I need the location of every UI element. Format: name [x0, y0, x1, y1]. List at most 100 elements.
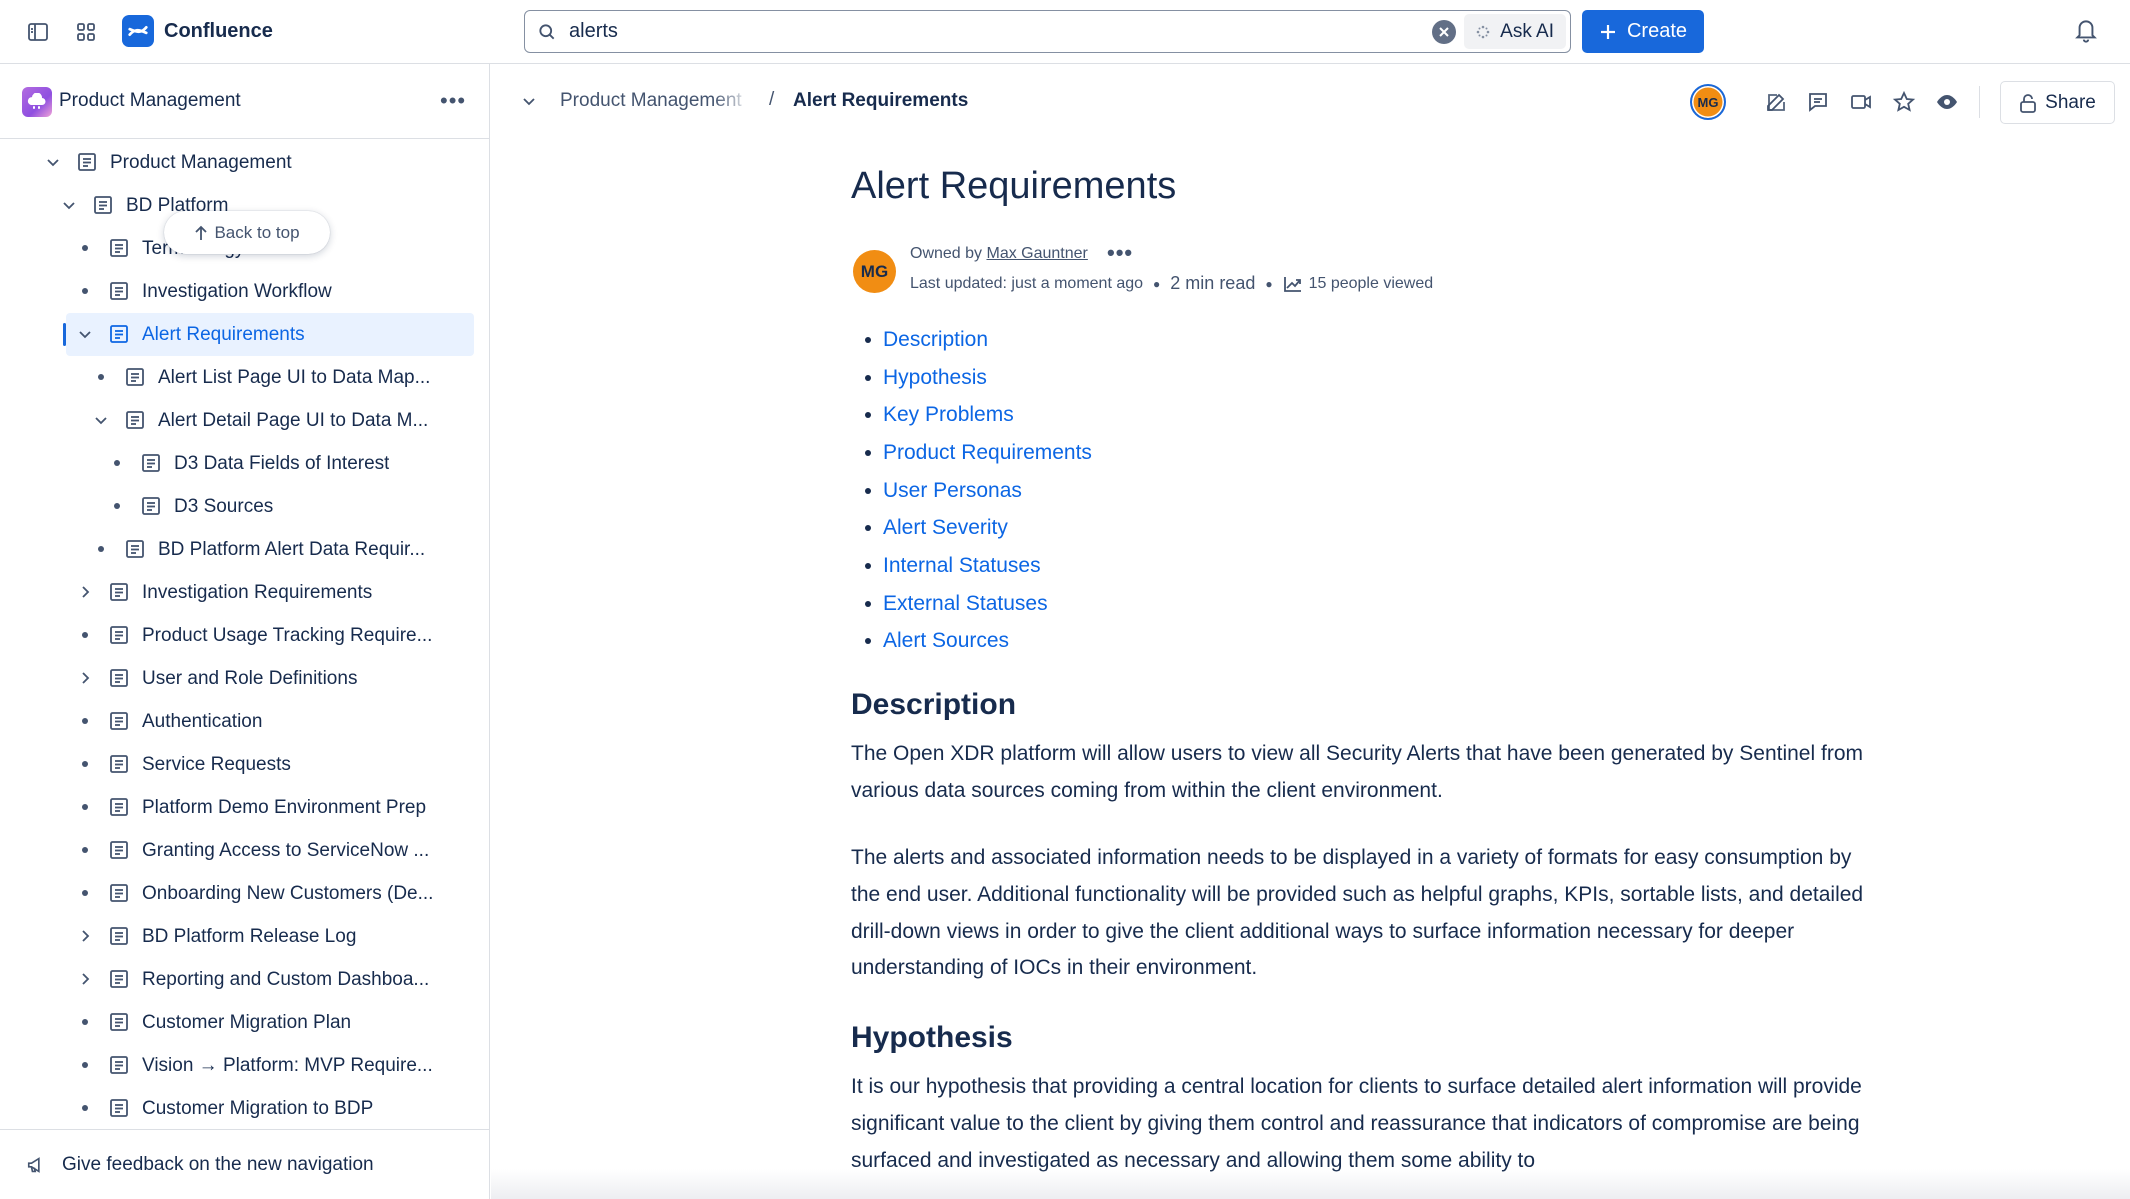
sidebar-tree-item[interactable]: Alert Detail Page UI to Data M... [0, 399, 489, 442]
toc-link[interactable]: Hypothesis [883, 366, 987, 390]
sidebar-tree-item[interactable]: Granting Access to ServiceNow ... [0, 829, 489, 872]
sidebar-tree-item[interactable]: Product Usage Tracking Require... [0, 614, 489, 657]
confluence-logo[interactable]: Confluence [122, 15, 273, 47]
sidebar-tree-item[interactable]: Investigation Requirements [0, 571, 489, 614]
eye-icon[interactable] [1934, 89, 1960, 115]
toc-link[interactable]: Internal Statuses [883, 554, 1041, 578]
video-icon[interactable] [1848, 89, 1874, 115]
star-icon[interactable] [1891, 89, 1917, 115]
sidebar-tree-item-label: Customer Migration to BDP [142, 1098, 374, 1119]
chevron-down-icon[interactable] [92, 411, 110, 429]
clear-icon[interactable] [1432, 19, 1457, 44]
toc-item: Hypothesis [865, 359, 1092, 397]
breadcrumb-parent[interactable]: Product Management [560, 90, 752, 112]
bullet-icon [108, 454, 126, 472]
ask-ai-label: Ask AI [1500, 20, 1554, 42]
toc-link[interactable]: User Personas [883, 479, 1022, 503]
sidebar-tree-item-label: User and Role Definitions [142, 668, 358, 689]
chevron-right-icon[interactable] [76, 927, 94, 945]
owner-menu-button[interactable]: ••• [1107, 240, 1133, 266]
share-button[interactable]: Share [2000, 81, 2115, 124]
description-paragraph-1: The Open XDR platform will allow users t… [851, 742, 1863, 802]
toc-link[interactable]: Alert Sources [883, 629, 1009, 653]
page-icon [108, 882, 130, 904]
sidebar-tree-item[interactable]: BD Platform Release Log [0, 915, 489, 958]
sidebar-tree-item[interactable]: D3 Sources [0, 485, 489, 528]
megaphone-icon [26, 1154, 48, 1176]
page-icon [92, 194, 114, 216]
chevron-right-icon[interactable] [76, 669, 94, 687]
sidebar-tree-item[interactable]: Alert List Page UI to Data Map... [0, 356, 489, 399]
bullet-icon [76, 712, 94, 730]
page-icon [124, 538, 146, 560]
view-count[interactable]: 15 people viewed [1309, 275, 1434, 293]
toc-link[interactable]: External Statuses [883, 592, 1048, 616]
feedback-link[interactable]: Give feedback on the new navigation [0, 1129, 489, 1199]
sidebar-tree-item[interactable]: Vision → Platform: MVP Require... [0, 1044, 489, 1087]
bullet-icon [76, 841, 94, 859]
toc-item: Alert Sources [865, 623, 1092, 661]
edit-icon[interactable] [1763, 89, 1789, 115]
sidebar-tree-item-label: Vision → Platform: MVP Require... [142, 1055, 433, 1076]
search-input[interactable]: alerts [569, 20, 1432, 43]
toc-item: External Statuses [865, 585, 1092, 623]
ai-sparkle-icon [1476, 25, 1490, 39]
sidebar-tree-item[interactable]: BD Platform Alert Data Requir... [0, 528, 489, 571]
sidebar-tree-item[interactable]: Authentication [0, 700, 489, 743]
page-icon [124, 409, 146, 431]
search-field[interactable]: alerts Ask AI [524, 10, 1571, 53]
sidebar-tree-item[interactable]: Product Management [0, 141, 489, 184]
toc-link[interactable]: Alert Severity [883, 516, 1008, 540]
breadcrumb-current[interactable]: Alert Requirements [793, 90, 968, 112]
sidebar-toggle-icon[interactable] [22, 16, 54, 48]
toc-link[interactable]: Key Problems [883, 403, 1014, 427]
sidebar-tree-item-label: Investigation Requirements [142, 582, 373, 603]
app-switcher-icon[interactable] [70, 16, 102, 48]
chevron-down-icon[interactable] [520, 92, 538, 110]
space-avatar[interactable] [22, 87, 52, 117]
back-to-top-label: Back to top [214, 222, 300, 242]
sidebar-tree-item[interactable]: User and Role Definitions [0, 657, 489, 700]
space-name[interactable]: Product Management [59, 90, 241, 112]
chevron-down-icon[interactable] [44, 153, 62, 171]
create-button[interactable]: Create [1582, 10, 1704, 53]
more-options-button[interactable]: ••• [440, 88, 466, 114]
owner-link[interactable]: Max Gauntner [986, 245, 1087, 262]
sidebar-tree-item[interactable]: D3 Data Fields of Interest [0, 442, 489, 485]
chevron-right-icon[interactable] [76, 970, 94, 988]
page-metadata: Last updated: just a moment ago ● 2 min … [910, 273, 1433, 294]
sidebar-tree-item[interactable]: Reporting and Custom Dashboa... [0, 958, 489, 1001]
comment-icon[interactable] [1805, 89, 1831, 115]
chevron-down-icon[interactable] [76, 325, 94, 343]
sidebar-tree-item-label: Product Management [110, 152, 292, 173]
sidebar-tree-item-label: Granting Access to ServiceNow ... [142, 840, 430, 861]
bullet-icon [92, 540, 110, 558]
bullet-icon [76, 1099, 94, 1117]
sidebar-tree-item[interactable]: Platform Demo Environment Prep [0, 786, 489, 829]
chevron-right-icon[interactable] [76, 583, 94, 601]
chevron-down-icon[interactable] [60, 196, 78, 214]
sidebar-tree-item[interactable]: Investigation Workflow [0, 270, 489, 313]
sidebar-tree-item[interactable]: Service Requests [0, 743, 489, 786]
toc-link[interactable]: Product Requirements [883, 441, 1092, 465]
owner-avatar[interactable]: MG [853, 250, 896, 293]
back-to-top-button[interactable]: Back to top [164, 211, 330, 254]
sidebar-tree-item[interactable]: Onboarding New Customers (De... [0, 872, 489, 915]
page-title: Alert Requirements [851, 165, 1177, 207]
page-icon [108, 1097, 130, 1119]
meta-separator: ● [1153, 276, 1161, 291]
viewer-avatar[interactable]: MG [1690, 84, 1726, 120]
page-icon [140, 452, 162, 474]
create-label: Create [1626, 20, 1688, 42]
sidebar-tree-item[interactable]: Customer Migration Plan [0, 1001, 489, 1044]
sidebar-tree-item[interactable]: Customer Migration to BDP [0, 1087, 489, 1125]
toc-link[interactable]: Description [883, 328, 988, 352]
page-icon [108, 667, 130, 689]
last-updated: Last updated: just a moment ago [910, 274, 1144, 292]
description-paragraph-2: The alerts and associated information ne… [851, 846, 1864, 980]
toc-item: Alert Severity [865, 509, 1092, 547]
sidebar-tree-item[interactable]: Alert Requirements [0, 313, 489, 356]
toolbar-divider [1979, 86, 1980, 118]
bell-icon[interactable] [2073, 16, 2099, 46]
ask-ai-button[interactable]: Ask AI [1464, 14, 1566, 49]
